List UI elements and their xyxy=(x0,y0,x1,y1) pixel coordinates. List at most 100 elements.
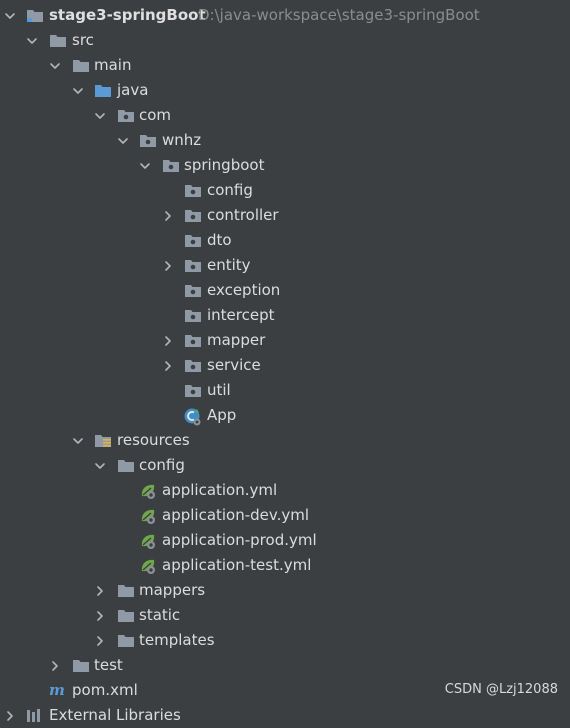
spring-yml-icon xyxy=(139,553,159,578)
tree-row-springboot[interactable]: springboot xyxy=(0,153,570,178)
library-icon xyxy=(26,703,46,728)
tree-label-yml: application-test.yml xyxy=(162,556,312,574)
tree-label-test: test xyxy=(94,656,123,674)
tree-row-util[interactable]: util xyxy=(0,378,570,403)
tree-label-wnhz: wnhz xyxy=(162,131,202,149)
chevron-down-icon[interactable] xyxy=(47,53,63,78)
chevron-down-icon[interactable] xyxy=(92,453,108,478)
package-icon xyxy=(184,178,204,203)
chevron-down-icon[interactable] xyxy=(2,3,18,28)
chevron-right-icon[interactable] xyxy=(92,578,108,603)
tree-row-intercept[interactable]: intercept xyxy=(0,303,570,328)
chevron-down-icon[interactable] xyxy=(24,28,40,53)
package-icon xyxy=(184,203,204,228)
tree-label-resources: resources xyxy=(117,431,190,449)
resources-folder-icon xyxy=(94,428,114,453)
tree-label-main: main xyxy=(94,56,132,74)
chevron-right-icon[interactable] xyxy=(160,328,176,353)
folder-icon xyxy=(49,28,69,53)
chevron-right-icon[interactable] xyxy=(160,353,176,378)
chevron-right-icon[interactable] xyxy=(2,703,18,728)
spring-boot-app-class-icon xyxy=(183,403,203,428)
tree-row-service[interactable]: service xyxy=(0,353,570,378)
tree-row-external-libraries[interactable]: External Libraries xyxy=(0,703,570,728)
tree-label-resources-config: config xyxy=(139,456,185,474)
folder-icon xyxy=(72,53,92,78)
tree-row-controller[interactable]: controller xyxy=(0,203,570,228)
folder-icon xyxy=(117,628,137,653)
tree-label-app: App xyxy=(207,406,237,424)
package-icon xyxy=(162,153,182,178)
package-icon xyxy=(184,303,204,328)
source-folder-icon xyxy=(94,78,114,103)
folder-icon xyxy=(117,578,137,603)
package-icon xyxy=(184,328,204,353)
tree-row-root[interactable]: stage3-springBoot D:\java-workspace\stag… xyxy=(0,3,570,28)
tree-label-static: static xyxy=(139,606,181,624)
tree-row-resources[interactable]: resources xyxy=(0,428,570,453)
tree-label-src: src xyxy=(72,31,94,49)
chevron-right-icon[interactable] xyxy=(47,653,63,678)
package-icon xyxy=(184,253,204,278)
tree-label-external-libraries: External Libraries xyxy=(49,706,181,724)
package-icon xyxy=(184,278,204,303)
tree-label-exception: exception xyxy=(207,281,281,299)
tree-row-mappers[interactable]: mappers xyxy=(0,578,570,603)
chevron-down-icon[interactable] xyxy=(70,78,86,103)
tree-row-src[interactable]: src xyxy=(0,28,570,53)
tree-label-util: util xyxy=(207,381,231,399)
tree-label-springboot: springboot xyxy=(184,156,265,174)
root-project-path: D:\java-workspace\stage3-springBoot xyxy=(198,6,480,24)
chevron-right-icon[interactable] xyxy=(160,203,176,228)
spring-yml-icon xyxy=(139,503,159,528)
spring-yml-icon xyxy=(139,478,159,503)
chevron-down-icon[interactable] xyxy=(70,428,86,453)
tree-row-yml[interactable]: application.yml xyxy=(0,478,570,503)
chevron-down-icon[interactable] xyxy=(137,153,153,178)
tree-label-templates: templates xyxy=(139,631,215,649)
maven-icon xyxy=(49,678,69,703)
tree-row-exception[interactable]: exception xyxy=(0,278,570,303)
module-folder-icon xyxy=(26,3,46,28)
tree-row-static[interactable]: static xyxy=(0,603,570,628)
package-icon xyxy=(117,103,137,128)
package-icon xyxy=(184,353,204,378)
tree-label-config: config xyxy=(207,181,253,199)
tree-label-java: java xyxy=(117,81,149,99)
chevron-right-icon[interactable] xyxy=(160,253,176,278)
tree-row-config[interactable]: config xyxy=(0,178,570,203)
tree-label-service: service xyxy=(207,356,261,374)
watermark: CSDN @Lzj12088 xyxy=(444,682,558,697)
package-icon xyxy=(184,228,204,253)
folder-icon xyxy=(117,603,137,628)
tree-row-templates[interactable]: templates xyxy=(0,628,570,653)
tree-row-test[interactable]: test xyxy=(0,653,570,678)
tree-label-com: com xyxy=(139,106,172,124)
tree-row-app[interactable]: App xyxy=(0,403,570,428)
tree-row-yml[interactable]: application-prod.yml xyxy=(0,528,570,553)
tree-row-entity[interactable]: entity xyxy=(0,253,570,278)
tree-row-yml[interactable]: application-test.yml xyxy=(0,553,570,578)
tree-row-wnhz[interactable]: wnhz xyxy=(0,128,570,153)
tree-label-intercept: intercept xyxy=(207,306,275,324)
tree-row-mapper[interactable]: mapper xyxy=(0,328,570,353)
tree-row-yml[interactable]: application-dev.yml xyxy=(0,503,570,528)
package-icon xyxy=(184,378,204,403)
tree-label-controller: controller xyxy=(207,206,279,224)
tree-row-com[interactable]: com xyxy=(0,103,570,128)
chevron-right-icon[interactable] xyxy=(92,628,108,653)
tree-row-dto[interactable]: dto xyxy=(0,228,570,253)
tree-label-yml: application-dev.yml xyxy=(162,506,310,524)
tree-label-entity: entity xyxy=(207,256,251,274)
tree-label-mappers: mappers xyxy=(139,581,206,599)
tree-row-main[interactable]: main xyxy=(0,53,570,78)
tree-row-resources-config[interactable]: config xyxy=(0,453,570,478)
root-project-name: stage3-springBoot xyxy=(49,6,206,24)
tree-label-mapper: mapper xyxy=(207,331,266,349)
tree-label-yml: application-prod.yml xyxy=(162,531,317,549)
chevron-right-icon[interactable] xyxy=(92,603,108,628)
tree-row-java[interactable]: java xyxy=(0,78,570,103)
chevron-down-icon[interactable] xyxy=(92,103,108,128)
tree-label-pom: pom.xml xyxy=(72,681,138,699)
chevron-down-icon[interactable] xyxy=(115,128,131,153)
